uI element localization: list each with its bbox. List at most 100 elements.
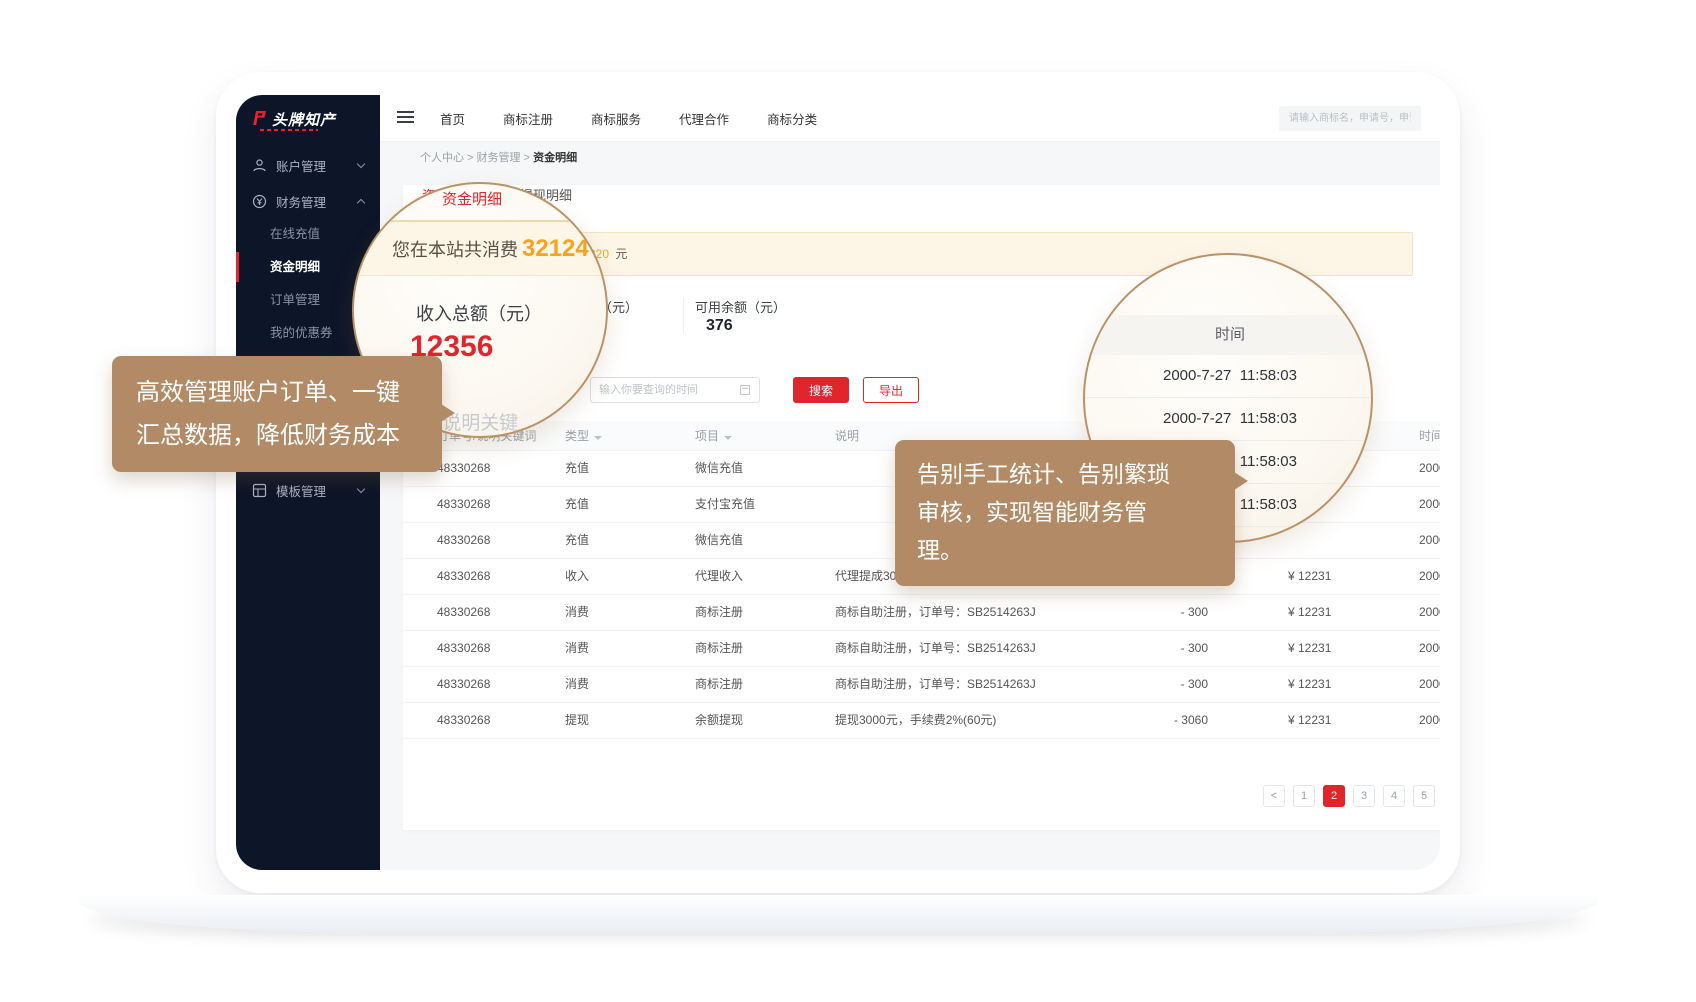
- sidebar-item-label: 模板管理: [276, 481, 326, 500]
- page-background: 头牌知产 账户管理 财务管理 在线充值: [0, 0, 1696, 1002]
- breadcrumb-current: 资金明细: [533, 152, 577, 164]
- cell-balance: ¥ 12231: [1288, 631, 1331, 666]
- callout-pointer: [1234, 472, 1248, 490]
- cell-item: 支付宝充值: [695, 487, 755, 522]
- table-row[interactable]: 48330268消费商标注册商标自助注册，订单号：SB2514263J- 300…: [403, 631, 1440, 667]
- cell-order: 48330268: [437, 703, 490, 738]
- logo-text: 头牌知产: [272, 109, 336, 130]
- sidebar-item-fund-detail[interactable]: 资金明细: [270, 257, 320, 277]
- export-button[interactable]: 导出: [863, 377, 919, 403]
- chevron-up-icon: [357, 199, 365, 207]
- callout-text: 汇总数据，降低财务成本: [136, 414, 442, 457]
- calendar-icon[interactable]: [740, 385, 750, 395]
- callout-right: 告别手工统计、告别繁琐 审核，实现智能财务管 理。: [895, 440, 1235, 586]
- pagination: < 1 2 3 4 5: [1255, 785, 1435, 807]
- top-menu: 首页 商标注册 商标服务 代理合作 商标分类: [440, 95, 855, 142]
- cell-order: 48330268: [437, 595, 490, 630]
- callout-left: 高效管理账户订单、一键 汇总数据，降低财务成本: [112, 356, 442, 472]
- pagination-page-button[interactable]: 1: [1293, 785, 1315, 807]
- laptop-base: [78, 895, 1598, 933]
- callout-text: 审核，实现智能财务管: [917, 493, 1235, 531]
- sort-caret-icon: [594, 436, 602, 440]
- hamburger-menu-icon[interactable]: [397, 111, 414, 126]
- table-row[interactable]: 48330268消费商标注册商标自助注册，订单号：SB2514263J- 300…: [403, 667, 1440, 703]
- sort-caret-icon: [724, 436, 732, 440]
- logo-tagline: [260, 129, 318, 131]
- breadcrumb: 个人中心 > 财务管理 > 资金明细: [380, 142, 1440, 175]
- breadcrumb-prefix: 个人中心 > 财务管理 >: [420, 152, 533, 164]
- callout-pointer: [441, 404, 455, 422]
- cell-item: 微信充值: [695, 523, 743, 558]
- cell-item: 商标注册: [695, 595, 743, 630]
- table-row[interactable]: 48330268提现余额提现提现3000元，手续费2%(60元)- 3060¥ …: [403, 703, 1440, 739]
- cell-type: 充值: [565, 451, 589, 486]
- template-icon: [252, 483, 267, 498]
- sidebar-item-finance[interactable]: 财务管理: [236, 188, 380, 214]
- pagination-page-button[interactable]: 5: [1413, 785, 1435, 807]
- magnified-time-row: 2000-7-27 11:58:03: [1085, 355, 1373, 398]
- magnified-banner-prefix: 您在本站共消费: [392, 240, 518, 260]
- menu-item-trademark-register[interactable]: 商标注册: [503, 109, 553, 128]
- available-balance-label: 可用余额（元）: [695, 297, 786, 316]
- top-navbar: 首页 商标注册 商标服务 代理合作 商标分类: [380, 95, 1440, 142]
- magnified-banner-amount: 32124: [522, 235, 589, 262]
- sidebar-item-template[interactable]: 模板管理: [236, 477, 380, 503]
- cell-amount: - 300: [1103, 631, 1208, 666]
- callout-text: 告别手工统计、告别繁琐: [917, 455, 1235, 493]
- header-type[interactable]: 类型: [565, 421, 602, 451]
- table-row[interactable]: 48330268消费商标注册商标自助注册，订单号：SB2514263J- 300…: [403, 595, 1440, 631]
- logo-mark-icon: [250, 109, 268, 127]
- cell-amount: - 300: [1103, 667, 1208, 702]
- cell-type: 提现: [565, 703, 589, 738]
- cell-item: 商标注册: [695, 667, 743, 702]
- cell-item: 商标注册: [695, 631, 743, 666]
- pagination-page-button[interactable]: 4: [1383, 785, 1405, 807]
- chevron-down-icon: [357, 160, 365, 168]
- cell-balance: ¥ 12231: [1288, 667, 1331, 702]
- magnified-tab-text: 资金明细: [442, 188, 502, 209]
- cell-time: 2000-7-27 11:58:03: [1419, 559, 1440, 594]
- cell-order: 48330268: [437, 559, 490, 594]
- menu-item-trademark-service[interactable]: 商标服务: [591, 109, 641, 128]
- cell-time: 2000-7-27 11:58:03: [1419, 631, 1440, 666]
- cell-time: 2000-7-27 11:58:03: [1419, 595, 1440, 630]
- sidebar: 头牌知产 账户管理 财务管理 在线充值: [236, 95, 380, 870]
- sidebar-item-account[interactable]: 账户管理: [236, 152, 380, 178]
- date-range-input[interactable]: [590, 377, 760, 403]
- header-desc: 说明: [835, 421, 859, 451]
- cell-type: 消费: [565, 667, 589, 702]
- search-button[interactable]: 搜索: [793, 377, 849, 403]
- banner-unit: 元: [615, 247, 627, 261]
- pagination-page-button[interactable]: 3: [1353, 785, 1375, 807]
- magnified-banner: 您在本站共消费32124元: [352, 220, 608, 276]
- cell-balance: ¥ 12231: [1288, 595, 1331, 630]
- cell-time: 2000-7-27 11:58:03: [1419, 523, 1440, 558]
- available-balance-value: 376: [706, 317, 733, 335]
- pagination-page-button-active[interactable]: 2: [1323, 785, 1345, 807]
- cell-item: 代理收入: [695, 559, 743, 594]
- sidebar-item-coupons[interactable]: 我的优惠券: [270, 323, 333, 343]
- pagination-prev-button[interactable]: <: [1263, 785, 1285, 807]
- sidebar-item-online-recharge[interactable]: 在线充值: [270, 224, 320, 244]
- callout-text: 理。: [917, 531, 1235, 569]
- cell-balance: ¥ 12231: [1288, 703, 1331, 738]
- cell-item: 微信充值: [695, 451, 743, 486]
- cell-type: 消费: [565, 631, 589, 666]
- sidebar-item-label: 账户管理: [276, 156, 326, 175]
- cell-time: 2000-7-27 11:58:03: [1419, 451, 1440, 486]
- cell-desc: 提现3000元，手续费2%(60元): [835, 703, 996, 738]
- cell-type: 收入: [565, 559, 589, 594]
- cell-order: 48330268: [437, 523, 490, 558]
- menu-item-home[interactable]: 首页: [440, 109, 465, 128]
- cell-order: 48330268: [437, 451, 490, 486]
- header-item[interactable]: 项目: [695, 421, 732, 451]
- menu-item-trademark-category[interactable]: 商标分类: [767, 109, 817, 128]
- magnified-income-label: 收入总额（元）: [416, 300, 542, 326]
- header-time: 时间: [1419, 421, 1440, 451]
- callout-text: 高效管理账户订单、一键: [136, 371, 442, 414]
- sidebar-item-order-management[interactable]: 订单管理: [270, 290, 320, 310]
- search-input[interactable]: [1279, 106, 1421, 131]
- cell-time: 2000-7-27 11:58:03: [1419, 703, 1440, 738]
- chevron-down-icon: [357, 485, 365, 493]
- menu-item-agency[interactable]: 代理合作: [679, 109, 729, 128]
